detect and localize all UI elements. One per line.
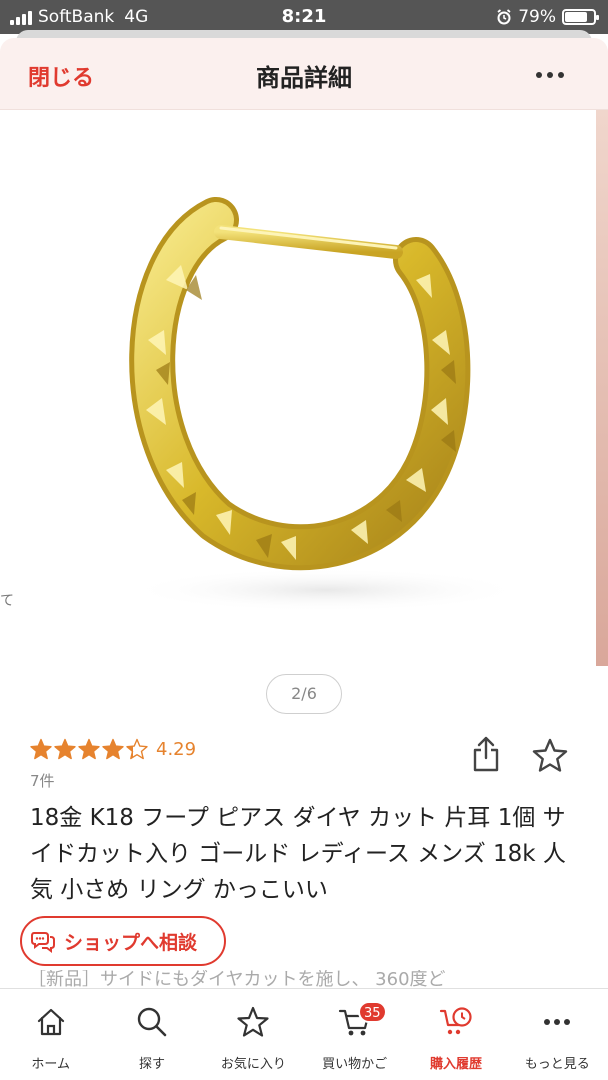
tab-history-label: 購入履歴 [429, 1057, 482, 1072]
tab-search[interactable]: 探す [101, 989, 202, 1080]
product-image [126, 197, 516, 612]
rating[interactable]: 4.29 [30, 738, 196, 760]
tab-cart-label: 買い物かご [322, 1057, 388, 1072]
tab-more[interactable]: もっと見る [507, 989, 608, 1080]
more-icon [544, 1019, 571, 1025]
star-icon [237, 1006, 269, 1037]
tab-search-label: 探す [138, 1057, 165, 1072]
battery-percent: 79% [518, 7, 556, 27]
rating-value: 4.29 [156, 738, 197, 760]
battery-fill [565, 12, 588, 22]
product-name: 18金 K18 フープ ピアス ダイヤ カット 片耳 1個 サイドカット入り ゴ… [30, 805, 566, 903]
description-preview: ［新品］サイドにもダイヤカットを施し、 360度ど [28, 970, 446, 990]
battery-icon [562, 9, 599, 25]
history-icon [439, 1007, 472, 1035]
modal-header: 閉じる 商品詳細 [0, 38, 608, 110]
next-image-edge[interactable] [596, 110, 608, 666]
alarm-icon [497, 9, 511, 25]
rating-star-icon [126, 738, 148, 760]
more-horizontal-icon[interactable] [536, 72, 564, 78]
rating-star-icon [78, 738, 100, 760]
chat-icon [31, 932, 55, 953]
cart-badge: 35 [357, 1001, 387, 1023]
product-image-gallery[interactable]: て [0, 110, 608, 670]
favorite-star-icon[interactable] [532, 738, 568, 772]
shop-consult-label: ショップへ相談 [64, 931, 198, 954]
rating-star-icon [102, 738, 124, 760]
rating-stars [30, 738, 148, 760]
status-bar: SoftBank 4G 8:21 79% [0, 0, 608, 34]
tab-favorites-label: お気に入り [220, 1057, 286, 1072]
tab-home-label: ホーム [31, 1057, 70, 1072]
close-button[interactable]: 閉じる [28, 60, 94, 92]
tab-cart[interactable]: 35 買い物かご [304, 989, 405, 1080]
previous-image-edge: て [0, 593, 14, 609]
tab-history[interactable]: 購入履歴 [405, 989, 506, 1080]
rating-star-icon [30, 738, 52, 760]
tab-bar: ホーム 探す お気に入り 35 買い物かご 購入履歴 もっと見る [0, 988, 608, 1080]
home-icon [37, 1008, 64, 1036]
image-page-indicator: 2/6 [266, 674, 342, 714]
review-count[interactable]: 7件 [30, 770, 55, 791]
share-icon[interactable] [472, 736, 500, 772]
tab-favorites[interactable]: お気に入り [203, 989, 304, 1080]
battery-info: 79% [496, 7, 599, 27]
shop-consult-button[interactable]: ショップへ相談 [20, 916, 226, 966]
tab-home[interactable]: ホーム [0, 989, 101, 1080]
search-icon [137, 1007, 167, 1037]
rating-star-icon [54, 738, 76, 760]
tab-more-label: もっと見る [524, 1057, 590, 1072]
